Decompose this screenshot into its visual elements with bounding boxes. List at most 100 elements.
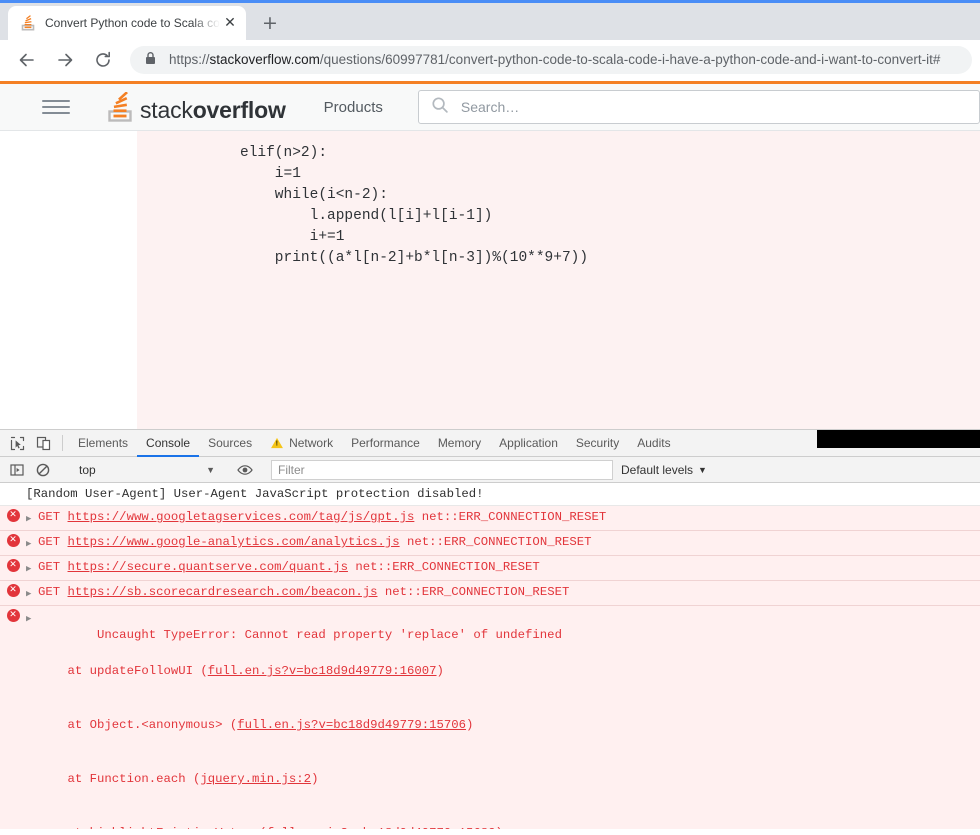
stack-frame: at highlightExistingVotes (full.en.js?v=…	[38, 824, 974, 829]
error-icon: ✕	[6, 559, 20, 572]
inspect-element-icon[interactable]	[4, 430, 30, 456]
question-post-area: elif(n>2): i=1 while(i<n-2): l.append(l[…	[0, 131, 980, 429]
stack-frame: at Function.each (jquery.min.js:2)	[38, 770, 974, 788]
reload-icon[interactable]	[89, 46, 117, 74]
expand-arrow-icon[interactable]: ▶	[26, 558, 38, 578]
execution-context-select[interactable]: top ▼	[69, 460, 219, 480]
tab-label: Network	[289, 436, 334, 450]
execution-context-value: top	[79, 462, 96, 477]
error-icon: ✕	[6, 509, 20, 522]
clear-console-icon[interactable]	[30, 463, 56, 477]
message-gutter	[0, 485, 26, 486]
stack-frame-end: )	[496, 826, 503, 829]
request-url-link[interactable]: https://secure.quantserve.com/quant.js	[68, 560, 348, 574]
tab-title: Convert Python code to Scala co	[45, 16, 220, 30]
search-input[interactable]: Search…	[417, 90, 980, 124]
tab-sources[interactable]: Sources	[199, 430, 261, 456]
stackoverflow-logo[interactable]: stackoverflow	[108, 91, 286, 123]
message-text: GET https://sb.scorecardresearch.com/bea…	[38, 583, 980, 601]
code-block: elif(n>2): i=1 while(i<n-2): l.append(l[…	[240, 145, 589, 266]
stack-frame-link[interactable]: jquery.min.js:2	[200, 772, 311, 786]
browser-toolbar: https://stackoverflow.com/questions/6099…	[0, 40, 980, 80]
tab-audits[interactable]: Audits	[628, 430, 679, 456]
error-code: net::ERR_CONNECTION_RESET	[377, 585, 570, 599]
console-message[interactable]: ✕ ▶ GET https://secure.quantserve.com/qu…	[0, 556, 980, 581]
stack-frame-end: )	[436, 664, 444, 678]
address-bar[interactable]: https://stackoverflow.com/questions/6099…	[130, 46, 972, 74]
hamburger-menu-icon[interactable]	[42, 100, 70, 114]
message-text: GET https://www.googletagservices.com/ta…	[38, 508, 980, 526]
url-path: /questions/60997781/convert-python-code-…	[319, 52, 941, 67]
expand-arrow-icon[interactable]: ▶	[26, 533, 38, 553]
expand-arrow-icon[interactable]: ▶	[26, 608, 38, 628]
tab-network[interactable]: Network	[261, 430, 342, 456]
log-levels-select[interactable]: Default levels ▼	[621, 463, 707, 477]
console-message[interactable]: ✕ ▶ GET https://sb.scorecardresearch.com…	[0, 581, 980, 606]
exception-headline: Uncaught TypeError: Cannot read property…	[97, 628, 562, 642]
stack-frame-fn: at highlightExistingVotes (	[38, 826, 267, 829]
url-domain: stackoverflow.com	[209, 52, 320, 67]
stack-frame-fn: at updateFollowUI (	[38, 664, 208, 678]
devtools-panel: Elements Console Sources Network Perform…	[0, 429, 980, 829]
request-method: GET	[38, 510, 68, 524]
browser-chrome: Convert Python code to Scala co ✕ + http…	[0, 0, 980, 81]
message-gutter: ✕	[0, 608, 26, 622]
request-url-link[interactable]: https://www.google-analytics.com/analyti…	[68, 535, 400, 549]
stack-frame-fn: at Object.<anonymous> (	[38, 718, 238, 732]
forward-icon[interactable]	[51, 46, 79, 74]
back-icon[interactable]	[13, 46, 41, 74]
message-text: GET https://secure.quantserve.com/quant.…	[38, 558, 980, 576]
error-icon: ✕	[6, 534, 20, 547]
tab-label: Memory	[437, 436, 482, 450]
logo-text-light: stack	[140, 97, 193, 123]
new-tab-button[interactable]: +	[256, 9, 284, 37]
search-placeholder: Search…	[460, 99, 520, 115]
tab-label: Security	[575, 436, 620, 450]
stack-frame-link[interactable]: full.en.js?v=bc18d9d49779:15682	[267, 826, 496, 829]
message-gutter: ✕	[0, 533, 26, 547]
page-viewport: stackoverflow Products Search… elif(n>2)…	[0, 81, 980, 429]
console-filter-input[interactable]: Filter	[271, 459, 613, 480]
console-message[interactable]: ✕ ▶ GET https://www.googletagservices.co…	[0, 506, 980, 531]
console-sidebar-icon[interactable]	[4, 463, 30, 477]
close-icon[interactable]: ✕	[220, 13, 240, 33]
logo-text-bold: overflow	[192, 97, 286, 123]
request-url-link[interactable]: https://sb.scorecardresearch.com/beacon.…	[68, 585, 378, 599]
error-icon: ✕	[6, 609, 20, 622]
tab-elements[interactable]: Elements	[69, 430, 137, 456]
request-method: GET	[38, 585, 68, 599]
chevron-down-icon: ▼	[698, 464, 707, 475]
chevron-down-icon: ▼	[206, 464, 215, 475]
live-expression-icon[interactable]	[232, 463, 258, 477]
error-icon: ✕	[6, 584, 20, 597]
expand-arrow-icon[interactable]: ▶	[26, 508, 38, 528]
tab-label: Performance	[351, 436, 420, 450]
console-message-uncaught[interactable]: ✕ ▶ Uncaught TypeError: Cannot read prop…	[0, 606, 980, 829]
stack-frame-link[interactable]: full.en.js?v=bc18d9d49779:16007	[208, 664, 437, 678]
console-message[interactable]: ✕ ▶ GET https://www.google-analytics.com…	[0, 531, 980, 556]
console-filter-bar: top ▼ Filter Default levels ▼	[0, 457, 980, 483]
tab-performance[interactable]: Performance	[342, 430, 429, 456]
request-method: GET	[38, 535, 68, 549]
search-icon	[431, 96, 449, 119]
stack-frame-end: )	[466, 718, 474, 732]
stackoverflow-logo-icon	[108, 91, 134, 122]
expand-arrow-icon[interactable]: ▶	[26, 583, 38, 603]
browser-tab[interactable]: Convert Python code to Scala co ✕	[8, 6, 246, 40]
message-text: GET https://www.google-analytics.com/ana…	[38, 533, 980, 551]
console-message-list[interactable]: [Random User-Agent] User-Agent JavaScrip…	[0, 483, 980, 829]
tab-application[interactable]: Application	[490, 430, 567, 456]
tab-memory[interactable]: Memory	[429, 430, 490, 456]
tab-console[interactable]: Console	[137, 430, 200, 457]
console-message[interactable]: [Random User-Agent] User-Agent JavaScrip…	[0, 483, 980, 506]
request-url-link[interactable]: https://www.googletagservices.com/tag/js…	[68, 510, 415, 524]
tab-label: Console	[146, 436, 191, 450]
warning-icon	[271, 437, 284, 449]
nav-products[interactable]: Products	[324, 99, 383, 116]
url-text: https://stackoverflow.com/questions/6099…	[169, 46, 940, 74]
stack-frame: at updateFollowUI (full.en.js?v=bc18d9d4…	[38, 662, 974, 680]
stack-frame-link[interactable]: full.en.js?v=bc18d9d49779:15706	[237, 718, 466, 732]
tab-security[interactable]: Security	[567, 430, 628, 456]
device-toolbar-icon[interactable]	[30, 430, 56, 456]
url-scheme: https://	[169, 52, 210, 67]
